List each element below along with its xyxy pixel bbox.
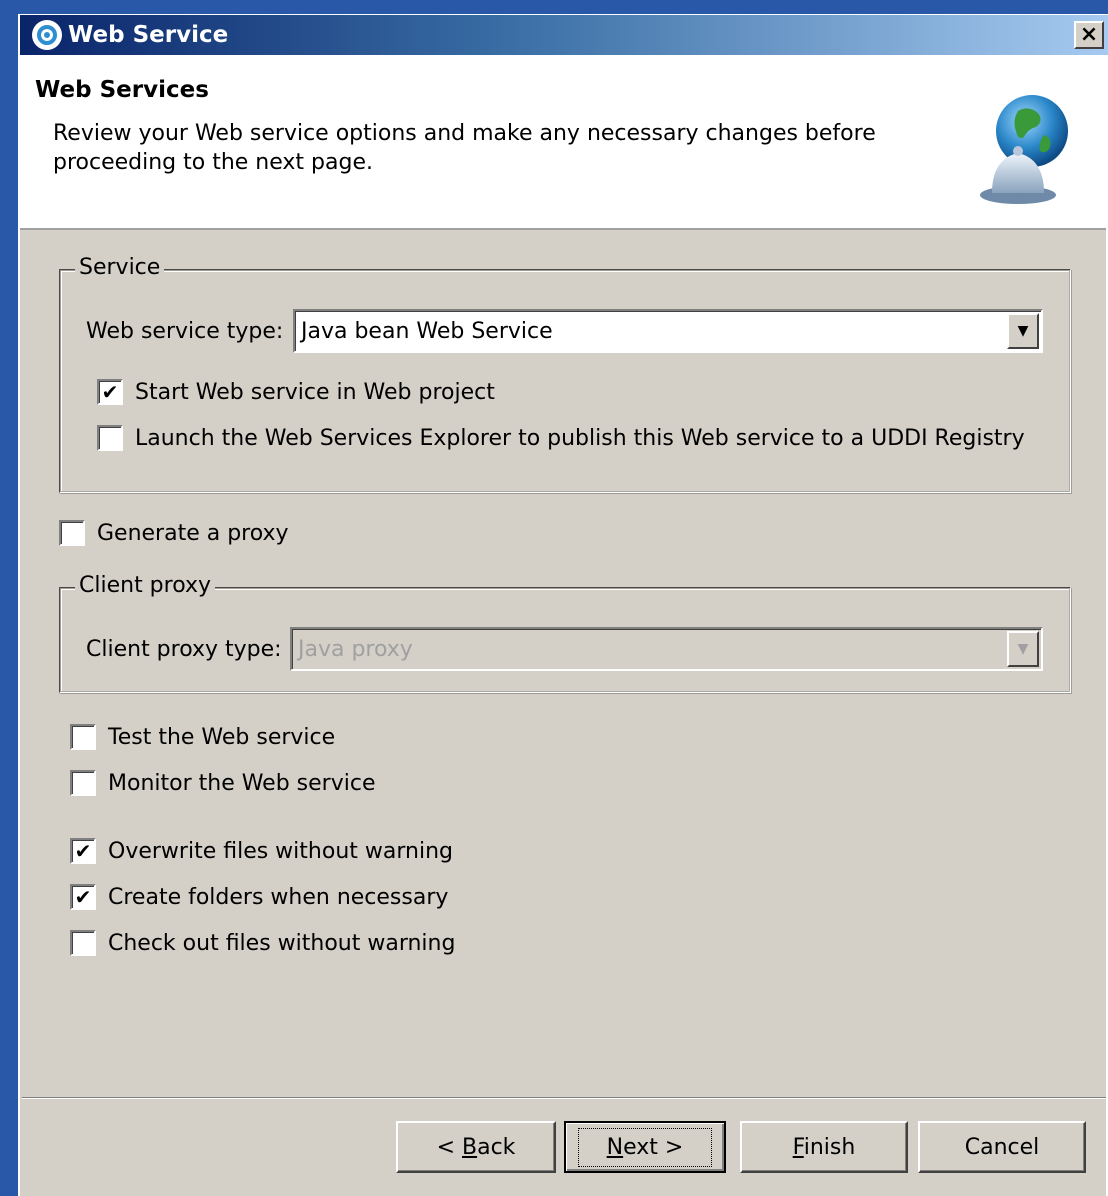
launch-explorer-option[interactable]: Launch the Web Services Explorer to publ…: [97, 425, 1025, 451]
service-group: Service Web service type: Java bean Web …: [59, 255, 1071, 493]
globe-bell-icon: [980, 95, 1068, 204]
overwrite-files-checkbox[interactable]: ✔: [70, 838, 96, 864]
checkout-files-option[interactable]: Check out files without warning: [70, 930, 455, 956]
button-separator: [22, 1097, 1108, 1099]
client-proxy-type-combo[interactable]: Java proxy ▼: [290, 627, 1043, 671]
checkout-files-checkbox[interactable]: [70, 930, 96, 956]
finish-button[interactable]: Finish: [740, 1121, 908, 1173]
start-service-checkbox[interactable]: ✔: [97, 379, 123, 405]
launch-explorer-checkbox[interactable]: [97, 425, 123, 451]
checkout-files-label: Check out files without warning: [108, 930, 456, 956]
test-service-option[interactable]: Test the Web service: [70, 724, 335, 750]
web-service-swirl-icon: [32, 20, 62, 50]
client-proxy-type-value: Java proxy: [298, 637, 413, 662]
generate-proxy-checkbox[interactable]: [59, 520, 85, 546]
chevron-down-icon[interactable]: ▼: [1007, 313, 1039, 349]
monitor-service-option[interactable]: Monitor the Web service: [70, 770, 375, 796]
overwrite-files-option[interactable]: ✔ Overwrite files without warning: [70, 838, 453, 864]
test-service-label: Test the Web service: [108, 724, 336, 750]
generate-proxy-option[interactable]: Generate a proxy: [59, 520, 289, 546]
create-folders-label: Create folders when necessary: [108, 884, 449, 910]
next-button-label: Next >: [577, 1127, 713, 1167]
next-button[interactable]: Next >: [564, 1121, 726, 1173]
create-folders-option[interactable]: ✔ Create folders when necessary: [70, 884, 448, 910]
wizard-header: Web Services Review your Web service opt…: [20, 55, 1108, 230]
chevron-down-icon[interactable]: ▼: [1007, 631, 1039, 667]
monitor-service-label: Monitor the Web service: [108, 770, 376, 796]
web-service-type-label: Web service type:: [86, 319, 284, 344]
web-service-dialog: Web Service × Web Services Review your W…: [18, 14, 1108, 1196]
finish-button-label: Finish: [792, 1134, 856, 1160]
start-service-label: Start Web service in Web project: [135, 379, 495, 405]
web-service-type-combo[interactable]: Java bean Web Service ▼: [293, 309, 1043, 353]
start-service-option[interactable]: ✔ Start Web service in Web project: [97, 379, 495, 405]
page-description: Review your Web service options and make…: [53, 121, 876, 175]
test-service-checkbox[interactable]: [70, 724, 96, 750]
client-proxy-group: Client proxy Client proxy type: Java pro…: [59, 573, 1071, 693]
page-title: Web Services: [35, 77, 209, 103]
overwrite-files-label: Overwrite files without warning: [108, 838, 453, 864]
client-proxy-legend: Client proxy: [75, 573, 216, 598]
window-title: Web Service: [68, 22, 229, 48]
launch-explorer-label: Launch the Web Services Explorer to publ…: [135, 425, 1025, 451]
back-button-label: < Back: [436, 1134, 516, 1160]
generate-proxy-label: Generate a proxy: [97, 520, 289, 546]
close-button[interactable]: ×: [1074, 21, 1104, 49]
title-bar[interactable]: Web Service ×: [20, 15, 1108, 55]
create-folders-checkbox[interactable]: ✔: [70, 884, 96, 910]
back-button[interactable]: < Back: [396, 1121, 556, 1173]
client-proxy-type-label: Client proxy type:: [86, 637, 282, 662]
service-legend: Service: [75, 255, 165, 280]
web-service-type-value: Java bean Web Service: [301, 319, 553, 344]
cancel-button[interactable]: Cancel: [918, 1121, 1086, 1173]
monitor-service-checkbox[interactable]: [70, 770, 96, 796]
